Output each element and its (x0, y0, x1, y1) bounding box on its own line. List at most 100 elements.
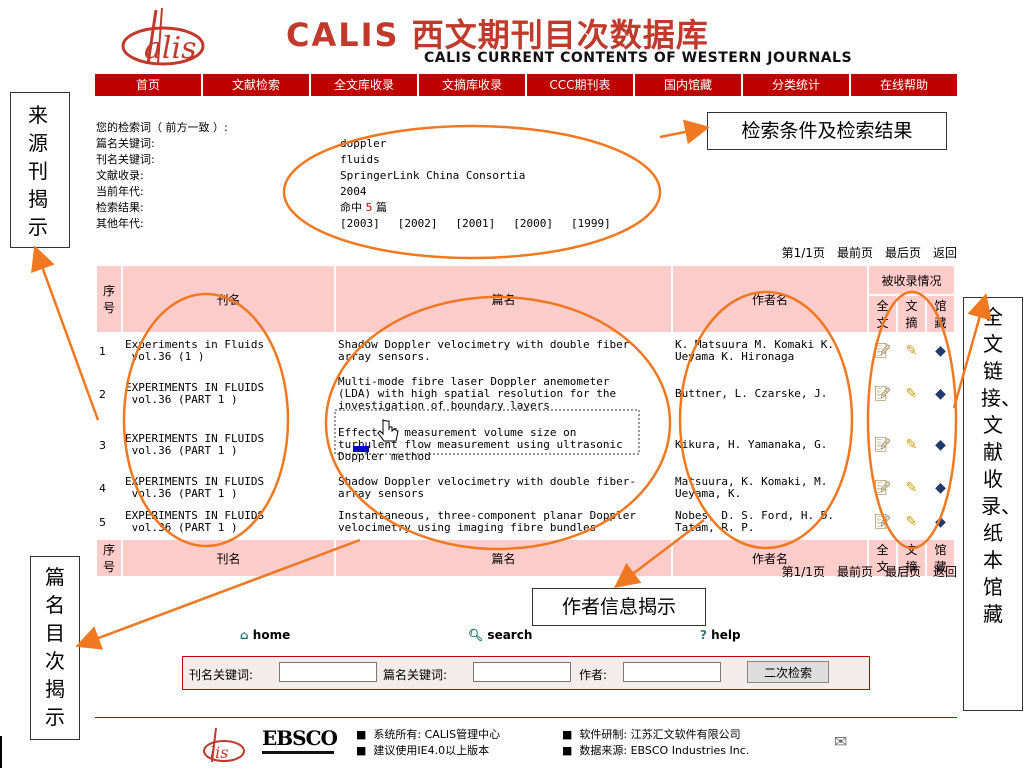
abstract-cell[interactable]: ✎ (898, 334, 925, 368)
title-cell[interactable]: Effect of measurement volume size on tur… (336, 420, 671, 470)
home-link[interactable]: ⌂ home (240, 628, 290, 642)
help-link[interactable]: ? help (700, 628, 741, 642)
nav-search[interactable]: 文献检索 (203, 74, 311, 96)
fulltext-cell[interactable]: 📝︎ (869, 506, 896, 538)
footer-owner-text: 系统所有: CALIS管理中心 (373, 728, 501, 741)
fulltext-cell[interactable]: 📝︎ (869, 370, 896, 418)
search-link[interactable]: 🔍︎ search (468, 628, 532, 642)
journal-cell[interactable]: EXPERIMENTS IN FLUIDS vol.36 (PART 1 ) (123, 420, 334, 470)
fulltext-icon[interactable]: 📝︎ (874, 343, 892, 359)
abstract-icon[interactable]: ✎ (903, 437, 921, 453)
library-holdings-icon[interactable]: ◆ (932, 514, 950, 530)
current-year-value: 2004 (340, 185, 367, 198)
abstract-cell[interactable]: ✎ (898, 506, 925, 538)
nav-help[interactable]: 在线帮助 (851, 74, 957, 96)
abstract-cell[interactable]: ✎ (898, 370, 925, 418)
title-keyword-input[interactable] (473, 662, 571, 682)
journal-keyword-input[interactable] (279, 662, 377, 682)
abstract-cell[interactable]: ✎ (898, 472, 925, 504)
nav-abstracts[interactable]: 文摘库收录 (419, 74, 527, 96)
fulltext-cell[interactable]: 📝︎ (869, 420, 896, 470)
fulltext-icon[interactable]: 📝︎ (874, 514, 892, 530)
fulltext-icon[interactable]: 📝︎ (874, 480, 892, 496)
author-cell: K. Matsuura M. Komaki K. Ueyama K. Hiron… (673, 334, 867, 368)
col-library-header: 馆藏 (927, 296, 954, 332)
abstract-icon[interactable]: ✎ (903, 343, 921, 359)
fulltext-icon[interactable]: 📝︎ (874, 437, 892, 453)
library-holdings-icon[interactable]: ◆ (932, 386, 950, 402)
table-row: 1 Experiments in Fluids vol.36 (1 ) Shadow… (97, 334, 954, 368)
site-title-chinese: 西文期刊目次数据库 (411, 16, 709, 54)
fulltext-icon[interactable]: 📝︎ (874, 386, 892, 402)
title-cell[interactable]: Instantaneous, three-component planar Do… (336, 506, 671, 538)
author-input[interactable] (623, 662, 721, 682)
nav-ccc-journals[interactable]: CCC期刊表 (527, 74, 635, 96)
year-link-2002[interactable]: [2002] (398, 217, 438, 230)
col-title-footer: 篇名 (336, 540, 671, 576)
email-icon[interactable]: ✉ (834, 732, 847, 751)
pager-top: 第1/1页 最前页 最后页 返回 (782, 244, 957, 261)
col-abstract-header: 文摘 (898, 296, 925, 332)
library-holdings-cell[interactable]: ◆ (927, 506, 954, 538)
footer-source-text: 数据来源: EBSCO Industries Inc. (579, 744, 750, 757)
last-page-link[interactable]: 最后页 (885, 565, 921, 579)
search-header-label: 您的检索词（ 前方一致 ）: (96, 121, 228, 134)
callout-search-result: 检索条件及检索结果 (707, 112, 947, 150)
footer-divider (95, 717, 957, 718)
nav-home[interactable]: 首页 (95, 74, 203, 96)
other-years: [2003] [2002] [2001] [2000] [1999] (340, 216, 629, 232)
callout-source-journal: 来源刊揭示 (10, 92, 70, 248)
collection-label: 文献收录: (96, 169, 144, 182)
arrow-search (659, 119, 710, 145)
callout-holdings: 全文链接、文献收录、纸本馆藏 (963, 297, 1023, 711)
library-holdings-cell[interactable]: ◆ (927, 334, 954, 368)
year-link-2003[interactable]: [2003] (340, 217, 380, 230)
abstract-cell[interactable]: ✎ (898, 420, 925, 470)
year-link-2001[interactable]: [2001] (456, 217, 496, 230)
result-summary: 命中 5 篇 (340, 200, 387, 216)
library-holdings-cell[interactable]: ◆ (927, 370, 954, 418)
abstract-icon[interactable]: ✎ (903, 386, 921, 402)
search-link-label: search (487, 628, 533, 642)
journal-cell[interactable]: Experiments in Fluids vol.36 (1 ) (123, 334, 334, 368)
first-page-link[interactable]: 最前页 (837, 565, 873, 579)
arrow-source (31, 245, 100, 421)
first-page-link[interactable]: 最前页 (837, 246, 873, 260)
page-indicator: 第1/1页 (781, 246, 825, 260)
result-count: 5 (365, 201, 373, 214)
title-cell[interactable]: Shadow Doppler velocimetry with double f… (336, 472, 671, 504)
journal-cell[interactable]: EXPERIMENTS IN FLUIDS vol.36 (PART 1 ) (123, 472, 334, 504)
journal-cell[interactable]: EXPERIMENTS IN FLUIDS vol.36 (PART 1 ) (123, 370, 334, 418)
library-holdings-icon[interactable]: ◆ (932, 437, 950, 453)
year-link-2000[interactable]: [2000] (513, 217, 553, 230)
journal-cell[interactable]: EXPERIMENTS IN FLUIDS vol.36 (PART 1 ) (123, 506, 334, 538)
title-cell[interactable]: Shadow Doppler velocimetry with double f… (336, 334, 671, 368)
secondary-search-button[interactable]: 二次检索 (747, 661, 829, 683)
library-holdings-icon[interactable]: ◆ (932, 343, 950, 359)
help-icon: ? (700, 628, 707, 642)
library-holdings-cell[interactable]: ◆ (927, 472, 954, 504)
abstract-icon[interactable]: ✎ (903, 480, 921, 496)
title-cell[interactable]: Multi-mode fibre laser Doppler anemomete… (336, 370, 671, 418)
library-holdings-icon[interactable]: ◆ (932, 480, 950, 496)
fulltext-cell[interactable]: 📝︎ (869, 334, 896, 368)
fulltext-cell[interactable]: 📝︎ (869, 472, 896, 504)
table-row: 4 EXPERIMENTS IN FLUIDS vol.36 (PART 1 ) S… (97, 472, 954, 504)
abstract-icon[interactable]: ✎ (903, 514, 921, 530)
nav-domestic-holdings[interactable]: 国内馆藏 (635, 74, 743, 96)
author-cell: Nobes, D. S. Ford, H. D. Tatam, R. P. (673, 506, 867, 538)
back-link[interactable]: 返回 (933, 246, 957, 260)
footer-browser: ■ 建议使用IE4.0以上版本 (356, 744, 490, 757)
nav-statistics[interactable]: 分类统计 (743, 74, 851, 96)
last-page-link[interactable]: 最后页 (885, 246, 921, 260)
back-link[interactable]: 返回 (933, 565, 957, 579)
footer-developer: ■ 软件研制: 江苏汇文软件有限公司 (562, 728, 741, 741)
main-nav: 首页 文献检索 全文库收录 文摘库收录 CCC期刊表 国内馆藏 分类统计 在线帮… (95, 74, 957, 96)
col-title-header: 篇名 (336, 266, 671, 332)
library-holdings-cell[interactable]: ◆ (927, 420, 954, 470)
col-holdings-header: 被收录情况 (869, 266, 954, 294)
footer-developer-text: 软件研制: 江苏汇文软件有限公司 (579, 728, 741, 741)
year-link-1999[interactable]: [1999] (571, 217, 611, 230)
footer-owner: ■ 系统所有: CALIS管理中心 (356, 728, 501, 741)
nav-fulltext[interactable]: 全文库收录 (311, 74, 419, 96)
